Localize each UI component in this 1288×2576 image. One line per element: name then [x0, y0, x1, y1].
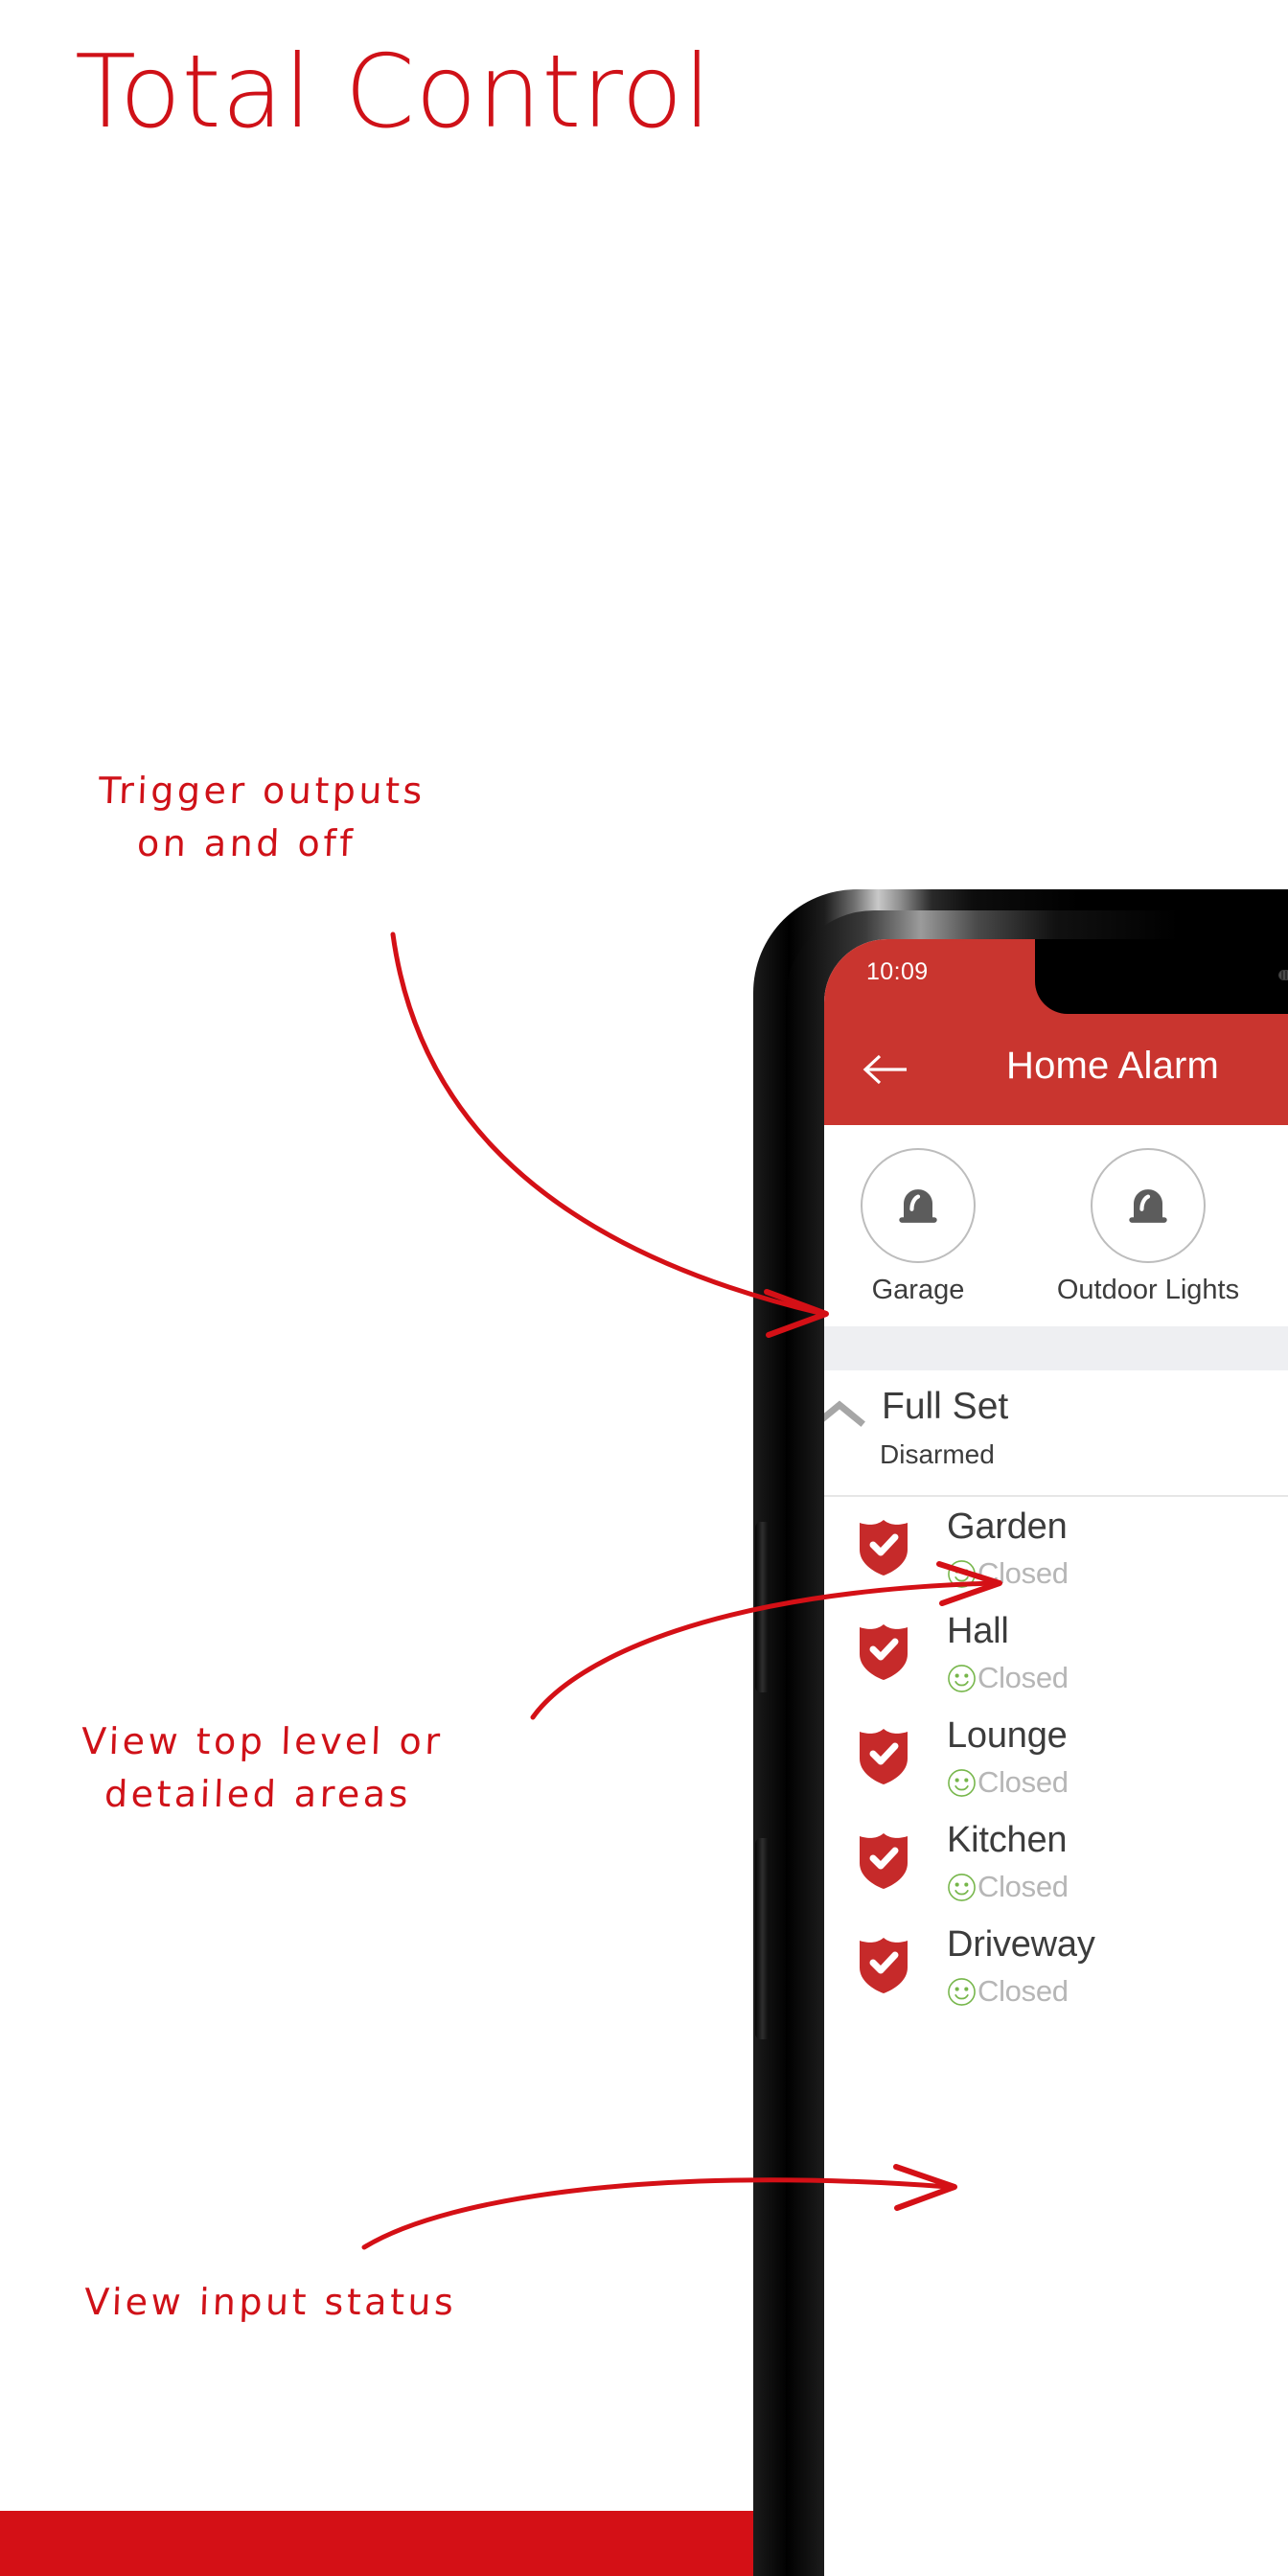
section-divider: [824, 1326, 1288, 1370]
output-label: Outdoor Lights: [1056, 1275, 1240, 1305]
area-name: Garden: [947, 1506, 1068, 1547]
shield-check-glyph: [860, 1833, 908, 1889]
area-state-text: Closed: [978, 1870, 1069, 1903]
annotation-line: detailed areas: [104, 1773, 412, 1816]
area-state: Closed: [947, 1661, 1069, 1695]
earpiece-speaker-icon: [1278, 970, 1288, 980]
phone-notch: [1035, 939, 1288, 1014]
app-header: Home Alarm: [824, 1014, 1288, 1125]
status-bar-clock: 10:09: [866, 958, 929, 985]
output-tile-garage[interactable]: Garage: [824, 1148, 1024, 1306]
output-circle: [861, 1148, 976, 1263]
smiley-closed-icon: [948, 1977, 976, 2006]
page-heading: Home Alarm: [1006, 1045, 1220, 1087]
annotation-trigger-outputs: Trigger outputs on and off: [96, 765, 426, 870]
area-state-text: Closed: [978, 1974, 1069, 2008]
phone-mockup: 10:09 Home Alarm Garage Outdoor Lights F…: [753, 889, 1288, 2576]
shield-check-glyph: [860, 1729, 908, 1784]
output-tile-outdoor-lights[interactable]: Outdoor Lights: [1043, 1148, 1254, 1306]
full-set-title: Full Set: [882, 1386, 1009, 1427]
annotation-view-inputs: View input status: [83, 2276, 457, 2329]
area-state: Closed: [947, 1556, 1069, 1591]
annotation-line: Trigger outputs: [98, 770, 426, 812]
area-row[interactable]: Garden Closed: [824, 1497, 1288, 1601]
full-set-row[interactable]: Full Set Disarmed: [824, 1370, 1288, 1497]
full-set-status: Disarmed: [880, 1439, 995, 1469]
phone-screen: 10:09 Home Alarm Garage Outdoor Lights F…: [824, 939, 1288, 2576]
area-state-text: Closed: [978, 1556, 1069, 1590]
area-name: Kitchen: [947, 1820, 1068, 1860]
shield-check-glyph: [860, 1624, 908, 1680]
shield-check-icon: [857, 1518, 910, 1577]
siren-icon: [1129, 1189, 1167, 1223]
annotation-view-areas: View top level or detailed areas: [79, 1715, 444, 1821]
area-state-text: Closed: [978, 1661, 1069, 1694]
back-button[interactable]: [859, 1043, 912, 1096]
smiley-closed-icon: [948, 1768, 976, 1797]
area-list: Garden Closed Hall Closed Lounge Closed …: [824, 1497, 1288, 2576]
area-name: Driveway: [947, 1924, 1095, 1965]
output-circle: [1091, 1148, 1206, 1263]
annotation-line: View input status: [83, 2281, 458, 2323]
area-row[interactable]: Hall Closed: [824, 1601, 1288, 1706]
page-title: Total Control: [75, 34, 712, 150]
shield-check-glyph: [860, 1520, 908, 1576]
annotation-line: on and off: [136, 822, 356, 865]
chevron-up-glyph: [824, 1400, 865, 1427]
area-row[interactable]: Driveway Closed: [824, 1915, 1288, 2019]
chevron-up-icon[interactable]: [824, 1397, 866, 1430]
smiley-closed-icon: [948, 1664, 976, 1692]
shield-check-icon: [857, 1936, 910, 1995]
siren-icon: [899, 1189, 937, 1223]
area-name: Hall: [947, 1611, 1009, 1651]
area-row[interactable]: Lounge Closed: [824, 1706, 1288, 1810]
smiley-closed-icon: [948, 1873, 976, 1901]
area-name: Lounge: [947, 1715, 1068, 1756]
smiley-closed-icon: [948, 1559, 976, 1588]
area-state: Closed: [947, 1765, 1069, 1800]
annotation-line: View top level or: [80, 1720, 445, 1762]
area-state-text: Closed: [978, 1765, 1069, 1799]
area-row[interactable]: Kitchen Closed: [824, 1810, 1288, 1915]
output-label: Garage: [871, 1275, 965, 1305]
arrow-left-icon: [862, 1054, 907, 1085]
shield-check-glyph: [860, 1938, 908, 1993]
volume-button[interactable]: [755, 1522, 768, 1692]
area-state: Closed: [947, 1870, 1069, 1904]
bottom-color-band: [0, 2511, 757, 2576]
shield-check-icon: [857, 1727, 910, 1786]
area-state: Closed: [947, 1974, 1069, 2009]
shield-check-icon: [857, 1622, 910, 1682]
power-button[interactable]: [755, 1838, 768, 2039]
shield-check-icon: [857, 1831, 910, 1891]
outputs-section: Garage Outdoor Lights: [824, 1125, 1288, 1326]
